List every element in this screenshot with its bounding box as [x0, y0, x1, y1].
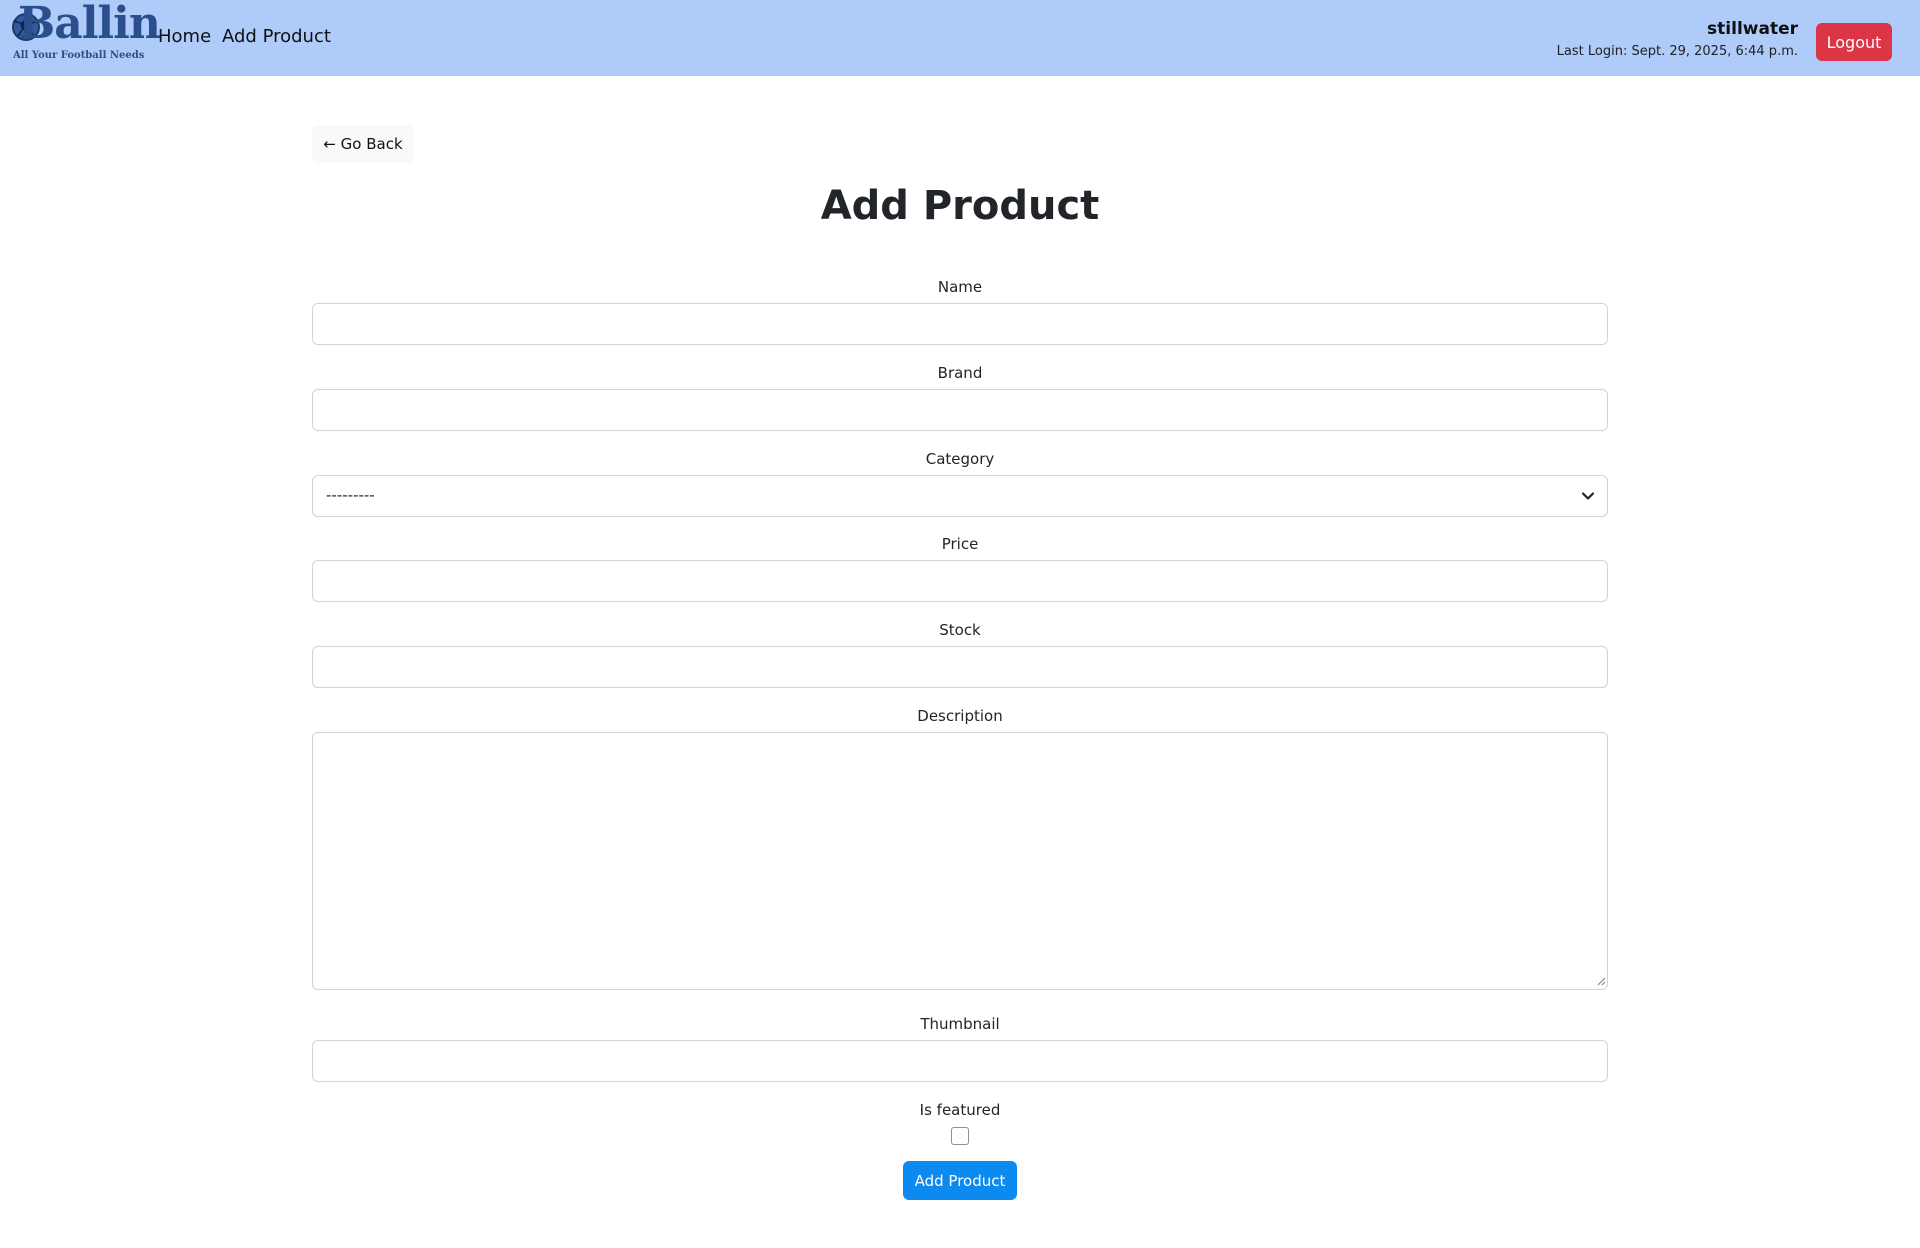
brand-input[interactable]	[312, 389, 1608, 431]
go-back-button[interactable]: ← Go Back	[312, 125, 414, 163]
name-input[interactable]	[312, 303, 1608, 345]
category-select[interactable]: ---------	[312, 475, 1608, 517]
category-selected-value: ---------	[326, 486, 375, 504]
chevron-down-icon	[1581, 492, 1595, 500]
price-input[interactable]	[312, 560, 1608, 602]
stock-label: Stock	[939, 621, 981, 639]
logo-wordmark: Ballin	[18, 0, 161, 49]
stock-input[interactable]	[312, 646, 1608, 688]
brand-logo[interactable]: Ballin All Your Football Needs	[12, 2, 161, 66]
nav-add-product-link[interactable]: Add Product	[222, 26, 331, 47]
add-product-submit-button[interactable]: Add Product	[903, 1161, 1017, 1200]
featured-label: Is featured	[919, 1101, 1001, 1119]
page-title: Add Product	[820, 183, 1100, 229]
last-login-text: Last Login: Sept. 29, 2025, 6:44 p.m.	[1556, 44, 1798, 59]
brand-label: Brand	[937, 364, 983, 382]
user-info: stillwater Last Login: Sept. 29, 2025, 6…	[1557, 18, 1798, 62]
description-label: Description	[917, 707, 1003, 725]
description-textarea[interactable]	[312, 732, 1608, 990]
thumbnail-label: Thumbnail	[920, 1015, 1000, 1033]
nav-home-link[interactable]: Home	[158, 26, 211, 47]
navbar: Ballin All Your Football Needs Home Add …	[0, 0, 1920, 76]
price-label: Price	[941, 535, 979, 553]
username: stillwater	[1707, 19, 1798, 39]
resize-grip-icon[interactable]	[1596, 976, 1606, 986]
featured-checkbox[interactable]	[951, 1127, 969, 1145]
logout-button[interactable]: Logout	[1816, 23, 1892, 61]
name-label: Name	[937, 278, 983, 296]
thumbnail-input[interactable]	[312, 1040, 1608, 1082]
category-label: Category	[925, 450, 995, 468]
logo-tagline: All Your Football Needs	[13, 50, 145, 61]
